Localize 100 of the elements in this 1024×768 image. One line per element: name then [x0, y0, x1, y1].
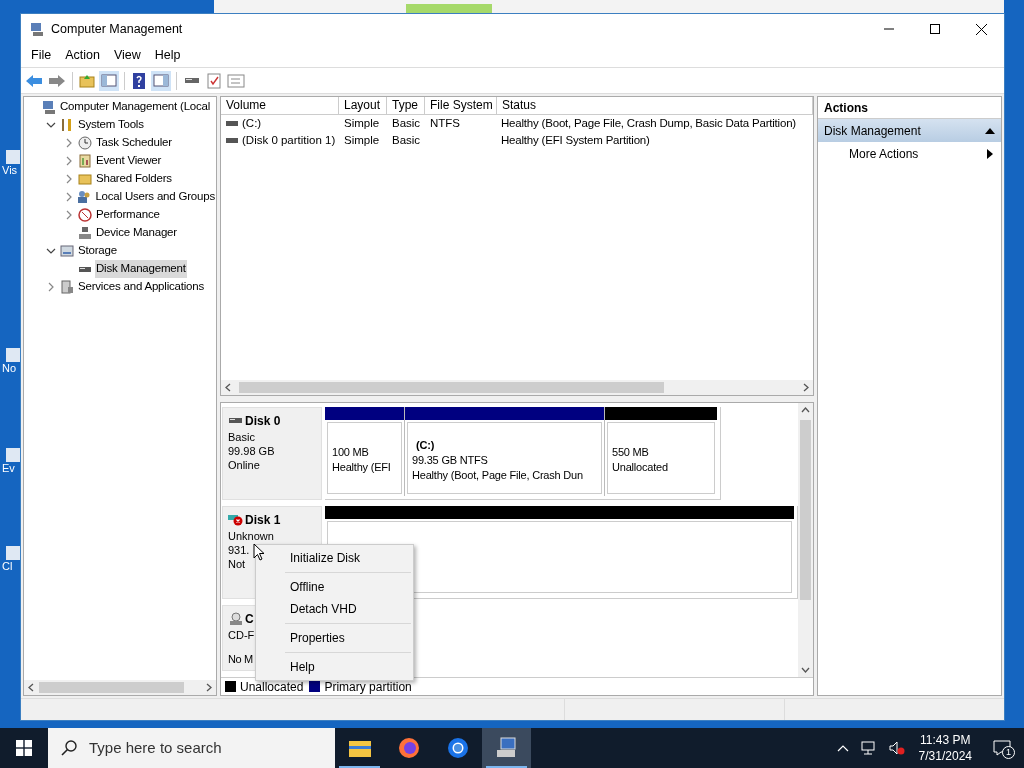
- checklist-icon[interactable]: [205, 71, 223, 90]
- search-icon: [61, 740, 77, 756]
- partition-info: Healthy (Boot, Page File, Crash Dun: [412, 467, 584, 483]
- close-icon: [975, 23, 987, 35]
- table-cell-text: (Disk 0 partition 1): [242, 132, 336, 148]
- computer-icon: [41, 99, 57, 115]
- scrollbar-thumb[interactable]: [239, 382, 664, 393]
- expand-chevron-icon[interactable]: [64, 210, 74, 220]
- tree-item[interactable]: Services and Applications: [77, 278, 206, 296]
- disk-name: Disk 1: [245, 512, 281, 529]
- browser-icon: [445, 736, 470, 760]
- search-bar[interactable]: Type here to search: [48, 728, 335, 768]
- search-field[interactable]: Type here to search: [89, 736, 289, 760]
- storage-icon: [59, 243, 75, 259]
- menu-item[interactable]: Action: [58, 46, 107, 65]
- cd-drive-icon: [228, 612, 244, 626]
- disk-info: CD-F: [228, 628, 255, 642]
- desktop-icon-label[interactable]: Cl: [2, 560, 13, 573]
- mouse-pointer-icon: [253, 543, 265, 562]
- notification-button[interactable]: 1: [980, 728, 1024, 768]
- tree-item[interactable]: Storage: [77, 242, 118, 260]
- folder-icon: [77, 171, 93, 187]
- actions-section-header[interactable]: Disk Management: [818, 119, 1001, 142]
- volume-icon: [226, 120, 238, 127]
- desktop-icon-label[interactable]: No: [2, 362, 17, 375]
- tree-item[interactable]: Disk Management: [95, 260, 187, 278]
- desktop-icon-label[interactable]: Ev: [2, 462, 15, 475]
- expand-chevron-icon[interactable]: [46, 282, 56, 292]
- services-icon: [59, 279, 75, 295]
- disk-name: Disk 0: [245, 413, 281, 430]
- partition-title: (C:): [415, 437, 436, 453]
- disk-info: 931.: [228, 543, 250, 557]
- tree-item[interactable]: Shared Folders: [95, 170, 173, 188]
- tree-item[interactable]: Local Users and Groups: [94, 188, 216, 206]
- disk-error-icon: [228, 513, 244, 527]
- table-cell: Basic: [392, 116, 421, 129]
- collapse-chevron-icon[interactable]: [46, 120, 56, 130]
- maximize-icon: [930, 24, 940, 34]
- speaker-muted-icon[interactable]: [888, 741, 905, 755]
- windows-logo-icon: [16, 740, 32, 756]
- tree-item[interactable]: Device Manager: [95, 224, 178, 242]
- table-cell: Simple: [344, 116, 380, 129]
- legend-label: Primary partition: [324, 678, 412, 696]
- window-title: Computer Management: [51, 20, 183, 38]
- tree-item[interactable]: Performance: [95, 206, 161, 224]
- menu-item[interactable]: File: [24, 46, 59, 65]
- log-icon: [77, 153, 93, 169]
- table-cell-text: (C:): [242, 115, 262, 131]
- context-menu-item[interactable]: Help: [256, 656, 413, 678]
- device-icon: [77, 225, 93, 241]
- partition-info: Unallocated: [612, 460, 669, 475]
- partition-info: 99.35 GB NTFS: [412, 452, 489, 468]
- computer-icon: [29, 21, 45, 37]
- table-cell: Basic: [392, 133, 421, 146]
- menu-item[interactable]: View: [106, 46, 148, 65]
- disk-info: Basic: [228, 430, 255, 444]
- speech-bubble-icon: [993, 740, 1011, 756]
- scrollbar-thumb[interactable]: [39, 682, 184, 693]
- legend-label: Unallocated: [240, 678, 304, 696]
- scrollbar-thumb[interactable]: [800, 420, 811, 600]
- tree-pane-icon[interactable]: [99, 70, 119, 91]
- disk-info: Not: [228, 557, 246, 571]
- collapse-caret-icon[interactable]: [985, 126, 995, 135]
- context-menu-item[interactable]: Properties: [256, 627, 413, 649]
- disk-info: Unknown: [228, 529, 274, 543]
- submenu-arrow-icon: [987, 149, 993, 159]
- action-item[interactable]: More Actions: [818, 142, 1001, 166]
- disk-info: 99.98 GB: [228, 444, 275, 458]
- partition-info: Healthy (EFI: [332, 460, 392, 475]
- computer-icon: [494, 736, 519, 760]
- context-menu-item[interactable]: Detach VHD: [256, 598, 413, 620]
- partition-info: 100 MB: [332, 445, 370, 460]
- folder-icon: [347, 738, 372, 758]
- help-icon[interactable]: [130, 71, 148, 90]
- menu-item[interactable]: Help: [147, 46, 188, 65]
- collapse-chevron-icon[interactable]: [46, 246, 56, 256]
- column-header[interactable]: Status: [497, 97, 813, 114]
- column-header[interactable]: Type: [387, 97, 425, 114]
- actions-title: Actions: [824, 99, 868, 117]
- show-hidden-icons-caret[interactable]: [836, 744, 849, 752]
- partition-info: 550 MB: [612, 445, 650, 460]
- column-header[interactable]: Volume: [221, 97, 339, 114]
- disk-info: No M: [228, 652, 253, 666]
- desktop-icon-label[interactable]: Vis: [2, 164, 18, 177]
- tree-item[interactable]: Event Viewer: [95, 152, 163, 170]
- clock[interactable]: 11:43 PM 7/31/2024: [910, 732, 980, 764]
- notification-count: 1: [1002, 746, 1015, 759]
- column-header[interactable]: File System: [425, 97, 497, 114]
- tree-item[interactable]: Task Scheduler: [95, 134, 173, 152]
- column-header[interactable]: Layout: [339, 97, 387, 114]
- taskbar-app[interactable]: [482, 728, 531, 768]
- table-cell: NTFS: [430, 116, 461, 129]
- context-menu-item[interactable]: Offline: [256, 576, 413, 598]
- network-icon[interactable]: [860, 741, 877, 755]
- disk-name: C: [245, 611, 254, 628]
- volume-icon: [226, 137, 238, 144]
- table-cell: Healthy (EFI System Partition): [501, 133, 650, 146]
- tree-item[interactable]: System Tools: [77, 116, 145, 134]
- table-cell: Simple: [344, 133, 380, 146]
- tree-item[interactable]: Computer Management (Local: [59, 98, 212, 116]
